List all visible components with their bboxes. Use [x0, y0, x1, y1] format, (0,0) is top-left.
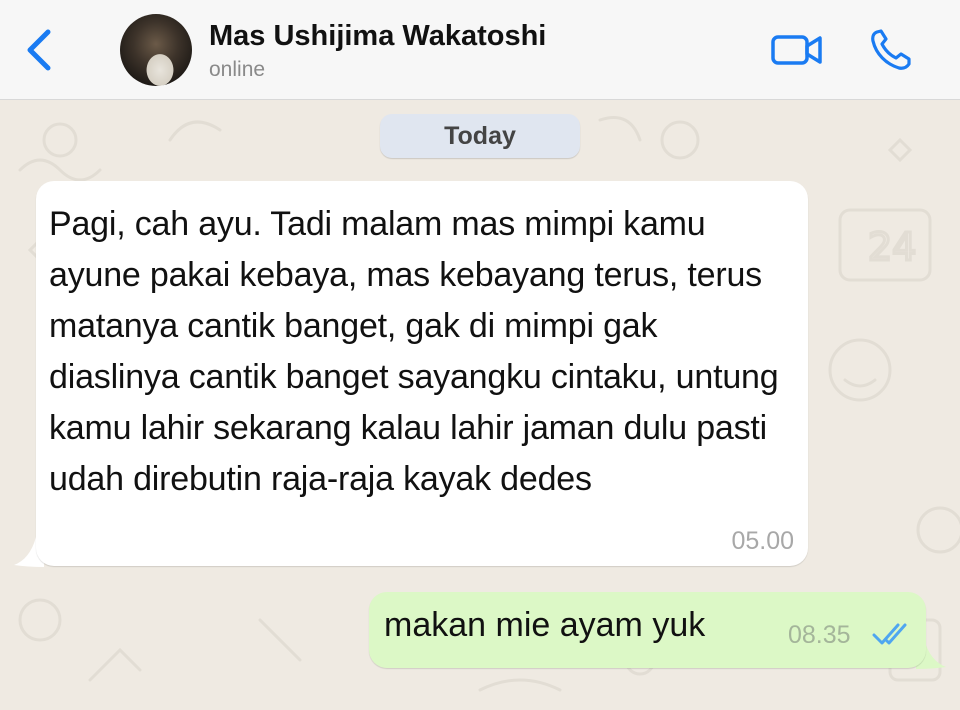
- avatar[interactable]: [120, 14, 192, 86]
- back-button[interactable]: [22, 28, 58, 72]
- message-text: makan mie ayam yuk: [384, 606, 706, 644]
- date-separator: Today: [380, 114, 580, 158]
- video-camera-icon: [771, 35, 822, 65]
- message-text: Pagi, cah ayu. Tadi malam mas mimpi kamu…: [49, 205, 779, 498]
- message-time: 05.00: [731, 527, 794, 555]
- outgoing-message[interactable]: makan mie ayam yuk 08.35: [369, 592, 926, 668]
- phone-icon: [871, 29, 911, 70]
- contact-name[interactable]: Mas Ushijima Wakatoshi: [209, 20, 546, 53]
- voice-call-button[interactable]: [868, 28, 914, 72]
- video-call-button[interactable]: [770, 32, 824, 68]
- incoming-message[interactable]: Pagi, cah ayu. Tadi malam mas mimpi kamu…: [36, 181, 808, 566]
- chat-area[interactable]: 24 Today Pagi, cah ayu. Tadi malam mas m…: [0, 100, 960, 710]
- chevron-left-icon: [27, 29, 51, 71]
- svg-text:24: 24: [868, 225, 916, 269]
- contact-status: online: [209, 58, 266, 81]
- chat-header: Mas Ushijima Wakatoshi online: [0, 0, 960, 100]
- double-check-icon: [872, 623, 907, 645]
- message-time: 08.35: [788, 621, 851, 649]
